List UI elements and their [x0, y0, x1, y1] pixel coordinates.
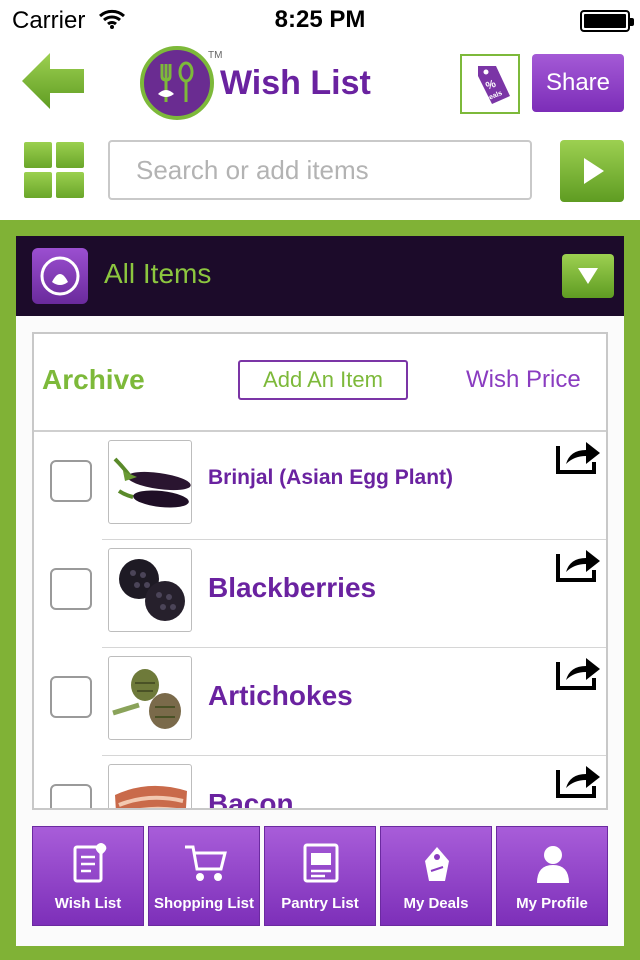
- share-item-icon[interactable]: [556, 436, 602, 474]
- nav-my-profile[interactable]: My Profile: [496, 826, 608, 926]
- shopping-cart-icon: [185, 845, 227, 881]
- bacon-image: [115, 785, 187, 808]
- app-logo-icon: [140, 46, 214, 120]
- page-title: Wish List: [220, 64, 371, 102]
- item-name: Brinjal (Asian Egg Plant): [208, 466, 454, 489]
- profile-icon: [537, 846, 569, 883]
- section-header[interactable]: All Items: [16, 236, 624, 316]
- deals-tag-icon: % Deals: [478, 66, 510, 104]
- nav-label: My Deals: [403, 895, 469, 912]
- list-item[interactable]: Blackberries: [34, 540, 606, 648]
- status-bar: Carrier 8:25 PM: [0, 0, 640, 40]
- pantry-list-icon: [303, 843, 339, 883]
- nav-label: My Profile: [516, 895, 588, 912]
- section-title: All Items: [104, 258, 212, 289]
- add-item-button[interactable]: Add An Item: [238, 360, 408, 400]
- list-item[interactable]: Brinjal (Asian Egg Plant): [34, 432, 606, 540]
- item-name: Blackberries: [208, 572, 377, 603]
- tab-wish-price[interactable]: Wish Price: [466, 366, 581, 394]
- nav-my-deals[interactable]: My Deals: [380, 826, 492, 926]
- share-item-icon[interactable]: [556, 652, 602, 690]
- item-name: Artichokes: [208, 680, 353, 711]
- brinjal-image: [113, 457, 191, 508]
- wish-list-icon: [73, 843, 107, 883]
- item-thumbnail: [108, 440, 192, 524]
- section-dropdown-button[interactable]: [562, 254, 614, 298]
- item-thumbnail: [108, 764, 192, 808]
- battery-icon: [580, 10, 634, 32]
- nav-wish-list[interactable]: Wish List: [32, 826, 144, 926]
- item-thumbnail: [108, 548, 192, 632]
- share-item-icon[interactable]: [556, 544, 602, 582]
- item-checkbox[interactable]: [50, 460, 92, 502]
- list-item[interactable]: Artichokes: [34, 648, 606, 756]
- share-button[interactable]: Share: [532, 54, 624, 112]
- nav-label: Wish List: [54, 895, 122, 912]
- item-list-panel: Archive Add An Item Wish Price Brinjal (…: [32, 332, 608, 810]
- nav-label: Pantry List: [281, 895, 359, 912]
- artichokes-image: [112, 669, 181, 729]
- search-go-button[interactable]: [560, 140, 624, 202]
- tab-archive[interactable]: Archive: [42, 364, 145, 396]
- bottom-tab-bar: Wish List Shopping List Pantry List My D…: [32, 826, 608, 926]
- app-header: TM Wish List % Deals Share: [0, 40, 640, 220]
- share-item-icon[interactable]: [556, 760, 602, 798]
- item-checkbox[interactable]: [50, 676, 92, 718]
- category-logo-icon: [32, 248, 88, 304]
- chevron-down-icon: [578, 268, 598, 284]
- nav-shopping-list[interactable]: Shopping List: [148, 826, 260, 926]
- nav-label: Shopping List: [154, 895, 254, 912]
- item-thumbnail: [108, 656, 192, 740]
- deals-icon: [425, 847, 449, 881]
- item-checkbox[interactable]: [50, 784, 92, 808]
- grid-view-button[interactable]: [24, 142, 84, 198]
- item-name: Bacon: [208, 788, 294, 810]
- item-checkbox[interactable]: [50, 568, 92, 610]
- play-arrow-icon: [584, 158, 604, 184]
- search-input[interactable]: [108, 140, 532, 200]
- back-arrow-button[interactable]: [20, 50, 86, 112]
- nav-pantry-list[interactable]: Pantry List: [264, 826, 376, 926]
- list-item[interactable]: Bacon: [34, 756, 606, 810]
- clock: 8:25 PM: [274, 6, 366, 33]
- deals-button[interactable]: % Deals: [460, 54, 520, 114]
- blackberries-image: [119, 559, 185, 621]
- trademark-mark: TM: [208, 50, 223, 61]
